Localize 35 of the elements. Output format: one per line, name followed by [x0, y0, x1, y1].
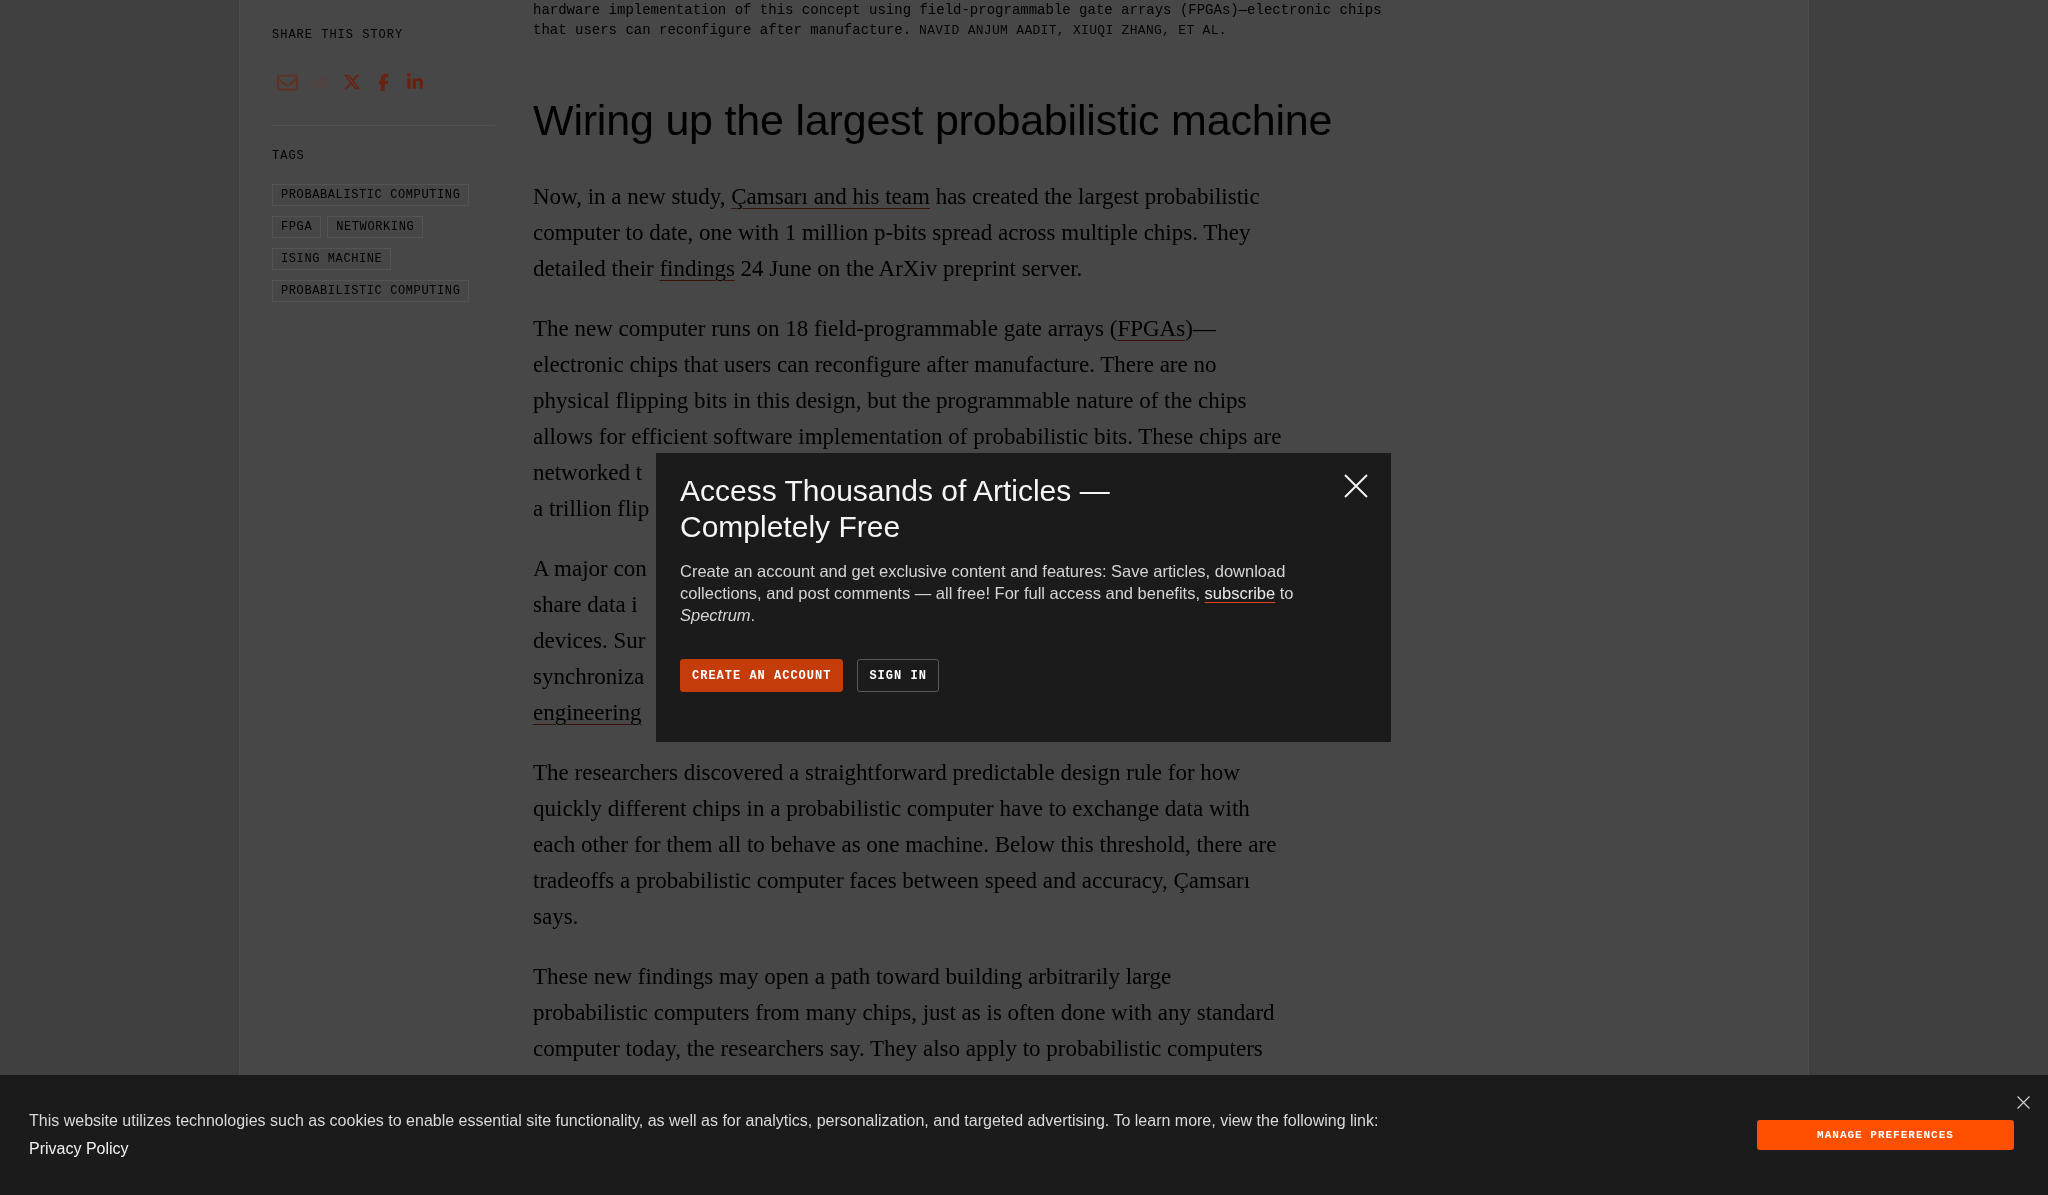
caption-text: hardware implementation of this concept using field-programmable gate arrays (FPGAs)—electronic chips: [533, 1, 1382, 20]
article-link[interactable]: engineering: [533, 700, 642, 725]
photo-credit: NAVID ANJUM AADIT, XIUQI ZHANG, ET AL.: [919, 22, 1227, 40]
filled-button[interactable]: CREATE AN ACCOUNT: [680, 659, 844, 692]
preferences-button[interactable]: MANAGE PREFERENCES: [1757, 1120, 2014, 1150]
dialog-title: Access Thousands of Articles — Completely Free: [680, 473, 1111, 545]
article-heading: Wiring up the largest probabilistic machine: [533, 96, 1333, 144]
tag-link[interactable]: ISING MACHINE: [272, 248, 392, 270]
article-link[interactable]: FPGAs: [1117, 316, 1186, 341]
subscribe-link[interactable]: subscribe: [1204, 584, 1276, 602]
article-link[interactable]: Çamsarı and his team: [731, 184, 930, 209]
tag-link[interactable]: FPGA: [272, 216, 322, 238]
privacy-policy-link[interactable]: Privacy Policy: [29, 1135, 129, 1163]
cookie-notice-text: This website utilizes technologies such as cookies to enable essential site functionality, as well as for analytics, personalization, and targeted advertising. To learn more, view the following link:: [29, 1111, 1379, 1131]
article-text-fragment: networked t: [533, 459, 643, 487]
article-text-fragment: A major con: [533, 555, 647, 583]
tag-link[interactable]: PROBABALISTIC COMPUTING: [272, 184, 470, 206]
tags-heading: TAGS: [272, 148, 305, 164]
article-text-fragment: devices. Sur: [533, 627, 646, 655]
dialog-text: Create an account and get exclusive content and features: Save articles, download collections, and post comments — all free! For full access and benefits, subscribe to Spectrum.: [680, 561, 1295, 626]
share-heading: SHARE THIS STORY: [272, 27, 404, 43]
linkedin-icon[interactable]: [406, 73, 424, 91]
article-paragraph: Now, in a new study, Çamsarı and his team has created the largest probabilistic computer to date, one with 1 million p-bits spread across multiple chips. They detailed their findings 24 June on the ArXiv preprint server.: [533, 183, 1260, 283]
close-icon[interactable]: [2017, 1096, 2030, 1109]
caption-text: that users can reconfigure after manufacture.: [533, 21, 912, 40]
article-text-fragment: share data i: [533, 591, 638, 619]
x-logo-icon[interactable]: [343, 73, 361, 91]
article-text-fragment: a trillion flip: [533, 495, 650, 523]
article-paragraph: These new findings may open a path toward building arbitrarily large probabilistic computers from many chips, just as is often done with any standard computer today, the researchers say. They also apply to probabilistic computers: [533, 963, 1275, 1063]
tag-link[interactable]: PROBABILISTIC COMPUTING: [272, 280, 470, 302]
tag-link[interactable]: NETWORKING: [327, 216, 424, 238]
outline-button[interactable]: SIGN IN: [857, 659, 939, 692]
article-text-fragment: synchroniza: [533, 663, 645, 691]
article-link[interactable]: findings: [659, 256, 735, 281]
article-paragraph: The researchers discovered a straightforward predictable design rule for how quickly different chips in a probabilistic computer have to exchange data with each other for them all to behave as one machine. Below this threshold, there are tradeoffs a probabilistic computer faces between speed and accuracy, Çamsarı says.: [533, 759, 1277, 931]
